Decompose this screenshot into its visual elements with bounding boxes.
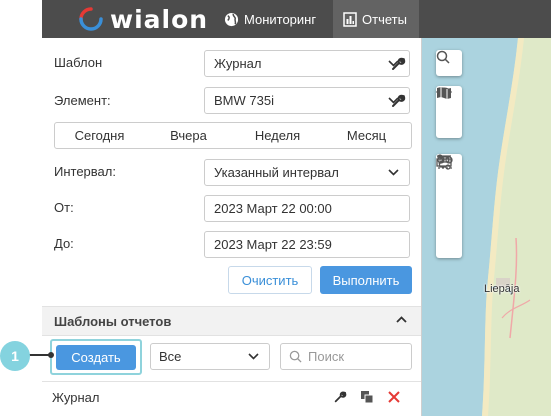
to-datetime-input[interactable]: 2023 Март 22 23:59 [204, 231, 410, 258]
template-list-item[interactable]: Журнал [42, 381, 421, 411]
clear-button[interactable]: Очистить [228, 266, 312, 294]
map-icon [437, 87, 451, 99]
map-search-button[interactable] [436, 50, 462, 76]
element-select-value: BMW 735i [214, 93, 274, 108]
nav-reports[interactable]: Отчеты [333, 0, 419, 38]
wrench-icon[interactable] [390, 56, 406, 72]
logo-text: wialon [110, 4, 209, 34]
nav-reports-label: Отчеты [362, 11, 407, 27]
templates-section-header[interactable]: Шаблоны отчетов [42, 306, 421, 336]
delete-icon[interactable] [387, 390, 401, 404]
element-label: Элемент: [54, 93, 111, 108]
map-expand-button[interactable] [436, 155, 462, 258]
search-icon [289, 350, 302, 363]
from-datetime-value: 2023 Март 22 00:00 [214, 201, 332, 216]
chevron-down-icon [388, 169, 399, 176]
period-today-button[interactable]: Сегодня [55, 123, 144, 148]
element-select[interactable]: BMW 735i [204, 87, 410, 114]
to-label: До: [54, 236, 74, 251]
template-search-box [280, 343, 412, 370]
template-filter-select[interactable]: Все [150, 343, 270, 370]
nav-monitoring-label: Мониторинг [244, 11, 317, 27]
chevron-down-icon [248, 353, 259, 360]
search-icon [436, 50, 450, 64]
reports-panel: Шаблон Журнал Элемент: BMW 735i Сегодня … [42, 38, 422, 416]
chevron-right-icon [438, 155, 445, 165]
wialon-logo-icon [79, 7, 103, 31]
template-label: Шаблон [54, 55, 103, 70]
interval-select-value: Указанный интервал [214, 165, 339, 180]
app-logo[interactable]: wialon [78, 4, 209, 34]
globe-icon [224, 12, 239, 26]
period-month-button[interactable]: Месяц [322, 123, 411, 148]
from-datetime-input[interactable]: 2023 Март 22 00:00 [204, 195, 410, 222]
period-week-button[interactable]: Неделя [233, 123, 322, 148]
create-template-button[interactable]: Создать [56, 345, 136, 370]
to-datetime-value: 2023 Март 22 23:59 [214, 237, 332, 252]
map-toolbar-tools [436, 154, 462, 258]
template-select-value: Журнал [214, 56, 262, 71]
map-route-button[interactable] [436, 154, 462, 206]
template-filter-value: Все [159, 349, 182, 364]
from-label: От: [54, 200, 74, 215]
template-search-input[interactable] [308, 349, 403, 364]
chevron-up-icon[interactable] [396, 316, 407, 323]
nav-monitoring[interactable]: Мониторинг [224, 0, 322, 38]
report-icon [343, 11, 357, 27]
interval-select[interactable]: Указанный интервал [204, 159, 410, 186]
interval-label: Интервал: [54, 164, 116, 179]
callout-badge: 1 [0, 341, 30, 371]
map-view[interactable]: Liepāja [422, 38, 551, 416]
callout-pointer-dot [48, 352, 54, 358]
wrench-icon[interactable] [333, 390, 347, 404]
copy-icon[interactable] [360, 390, 374, 404]
map-city-label: Liepāja [484, 283, 520, 295]
map-layers-button[interactable] [436, 87, 462, 138]
top-navigation-bar: wialon Мониторинг Отчеты [42, 0, 551, 38]
template-name: Журнал [52, 390, 100, 405]
map-toolbar-search [436, 50, 462, 76]
run-button[interactable]: Выполнить [320, 266, 412, 294]
period-selector: Сегодня Вчера Неделя Месяц [54, 122, 412, 149]
templates-section-title: Шаблоны отчетов [54, 314, 172, 329]
wrench-icon[interactable] [390, 93, 406, 109]
map-geofence-button[interactable] [436, 156, 462, 232]
template-select[interactable]: Журнал [204, 50, 410, 77]
period-yesterday-button[interactable]: Вчера [144, 123, 233, 148]
map-toolbar-layers [436, 86, 462, 138]
create-button-highlight: Создать [50, 339, 142, 375]
